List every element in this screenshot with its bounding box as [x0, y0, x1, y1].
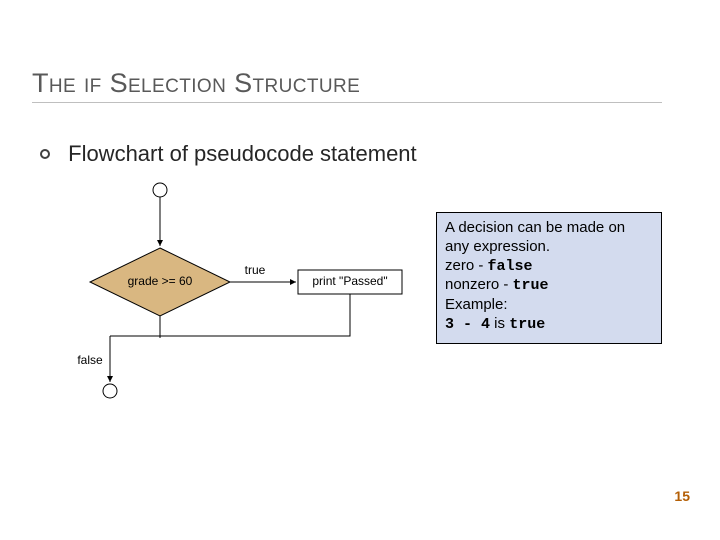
info-example-line: 3 - 4 is true: [445, 315, 653, 335]
false-label: false: [77, 353, 103, 367]
info-nonzero-code: true: [513, 277, 549, 294]
slide-title: The if Selection Structure: [32, 68, 360, 99]
info-example-code: true: [509, 316, 545, 333]
true-label: true: [245, 263, 266, 277]
title-underline: [32, 102, 662, 103]
info-example-tail: is: [490, 315, 509, 332]
start-node-icon: [153, 183, 167, 197]
info-zero-word: zero -: [445, 257, 488, 274]
info-box: A decision can be made on any expression…: [436, 212, 662, 344]
bullet-text: Flowchart of pseudocode statement: [68, 141, 417, 166]
info-example-label: Example:: [445, 296, 653, 315]
decision-text: grade >= 60: [128, 274, 193, 288]
info-zero-line: zero - false: [445, 257, 653, 277]
info-nonzero-line: nonzero - true: [445, 276, 653, 296]
info-zero-code: false: [488, 258, 533, 275]
info-line-1: A decision can be made on any expression…: [445, 219, 653, 257]
action-text: print "Passed": [312, 274, 387, 288]
info-nonzero-word: nonzero -: [445, 276, 513, 293]
page-number: 15: [674, 488, 690, 504]
flowchart: grade >= 60 true print "Passed" false: [60, 180, 430, 420]
bullet-marker-icon: [40, 149, 50, 159]
bullet-item: Flowchart of pseudocode statement: [40, 140, 417, 167]
end-node-icon: [103, 384, 117, 398]
info-example-expr: 3 - 4: [445, 316, 490, 333]
